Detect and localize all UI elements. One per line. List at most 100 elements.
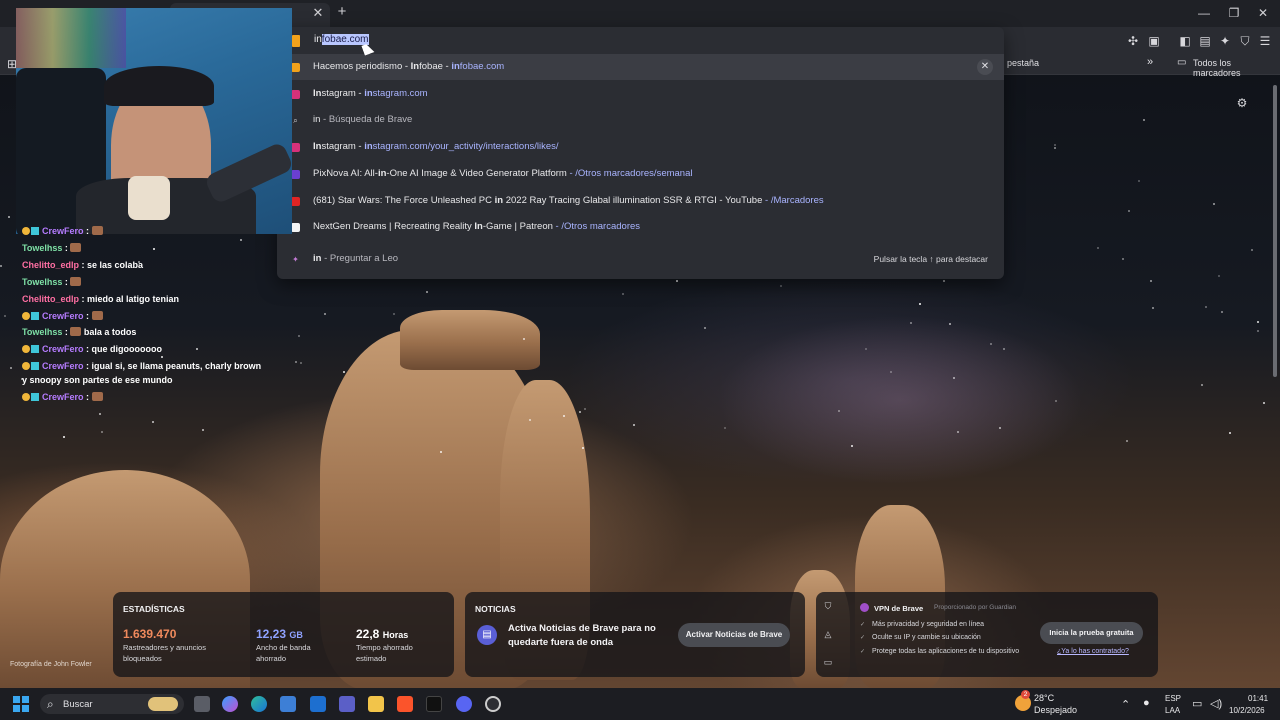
- address-input[interactable]: infobae.com: [314, 34, 369, 45]
- extensions-icon[interactable]: ✣: [1125, 33, 1141, 49]
- omnibox-suggestion[interactable]: PixNova AI: All-in-One AI Image & Video …: [277, 161, 1004, 187]
- star: [240, 239, 242, 241]
- address-bar[interactable]: infobae.com: [277, 27, 1004, 54]
- sidebar-icon[interactable]: ◧: [1177, 33, 1193, 49]
- star: [724, 427, 726, 429]
- omnibox-suggestion[interactable]: (681) Star Wars: The Force Unleashed PC …: [277, 188, 1004, 214]
- language-line-1[interactable]: ESP: [1165, 694, 1181, 703]
- brave-icon[interactable]: [397, 696, 413, 712]
- language-line-2[interactable]: LAA: [1165, 706, 1180, 715]
- task-view-icon[interactable]: [194, 696, 210, 712]
- start-button[interactable]: [13, 696, 29, 712]
- close-window-icon[interactable]: ✕: [1254, 5, 1272, 21]
- star: [1055, 400, 1057, 402]
- autocomplete-selection: fobae.com: [321, 34, 369, 45]
- star: [780, 285, 782, 287]
- star: [838, 410, 840, 412]
- star: [1126, 440, 1128, 442]
- trackers-value: 1.639.470: [123, 627, 177, 641]
- omnibox-suggestion[interactable]: ⌕ in - Búsqueda de Brave: [277, 107, 1004, 133]
- vpn-shield-icon[interactable]: ⛉: [822, 600, 834, 612]
- restore-icon[interactable]: ❐: [1225, 5, 1243, 21]
- menu-icon[interactable]: ☰: [1257, 33, 1273, 49]
- search-icon: ⌕: [293, 116, 298, 126]
- taskbar-search-label: Buscar: [63, 699, 93, 710]
- remove-suggestion-icon[interactable]: ✕: [977, 59, 993, 75]
- chat-username[interactable]: CrewFero: [42, 361, 84, 371]
- sub-badge-icon: [22, 227, 30, 235]
- chat-username[interactable]: Chelitto_edlp: [22, 294, 79, 304]
- suggestion-text: Hacemos periodismo - Infobae - infobae.c…: [313, 61, 505, 72]
- star: [704, 327, 706, 329]
- omnibox-suggestion[interactable]: Instagram - instagram.com: [277, 81, 1004, 107]
- scrollbar[interactable]: [1273, 85, 1277, 377]
- bookmark-partial-label[interactable]: pestaña: [1007, 58, 1039, 68]
- star: [343, 371, 345, 373]
- mod-badge-icon: [31, 345, 39, 353]
- weather-temp[interactable]: 28°C: [1034, 693, 1054, 703]
- mic-icon[interactable]: ●: [1143, 697, 1150, 709]
- star: [393, 313, 395, 315]
- emote-icon: [70, 277, 82, 286]
- rock-formation: [400, 310, 540, 370]
- weather-desc[interactable]: Despejado: [1034, 705, 1077, 715]
- talk-icon[interactable]: ◬: [822, 628, 834, 640]
- tab-close-icon[interactable]: ✕: [311, 6, 325, 20]
- bookmarks-overflow-icon[interactable]: »: [1147, 56, 1153, 68]
- omnibox-suggestion[interactable]: Hacemos periodismo - Infobae - infobae.c…: [277, 54, 1004, 80]
- star: [1257, 321, 1259, 323]
- omnibox-suggestion[interactable]: Instagram - instagram.com/your_activity/…: [277, 134, 1004, 160]
- chat-username[interactable]: Chelitto_edlp: [22, 260, 79, 270]
- teams-icon[interactable]: [339, 696, 355, 712]
- brave-wallet-icon[interactable]: ▤: [1197, 33, 1213, 49]
- chat-username[interactable]: Towelhss: [22, 277, 62, 287]
- chat-text: bala a todos: [83, 327, 137, 337]
- outlook-icon[interactable]: [310, 696, 326, 712]
- activate-news-button[interactable]: Activar Noticias de Brave: [678, 623, 790, 647]
- omnibox-suggestion[interactable]: NextGen Dreams | Recreating Reality In-G…: [277, 214, 1004, 240]
- store-icon[interactable]: [280, 696, 296, 712]
- screen-icon[interactable]: ▭: [822, 656, 834, 668]
- tray-chevron-icon[interactable]: ⌃: [1121, 698, 1130, 711]
- chat-username[interactable]: Towelhss: [22, 327, 62, 337]
- chat-username[interactable]: CrewFero: [42, 344, 84, 354]
- star: [851, 445, 853, 447]
- suggestion-text: Instagram - instagram.com: [313, 87, 428, 99]
- chat-username[interactable]: CrewFero: [42, 311, 84, 321]
- new-tab-button[interactable]: +: [335, 4, 349, 20]
- app-icon[interactable]: [485, 696, 501, 712]
- vpn-already-purchased-link[interactable]: ¿Ya lo has contratado?: [1057, 648, 1129, 655]
- chat-username[interactable]: Towelhss: [22, 243, 62, 253]
- star: [990, 343, 992, 345]
- minimize-icon[interactable]: —: [1195, 5, 1213, 21]
- leo-suggestion[interactable]: ✦ in - Preguntar a Leo Pulsar la tecla ↑…: [277, 246, 1004, 272]
- wallet-icon[interactable]: ▣: [1146, 33, 1162, 49]
- network-icon[interactable]: ▭: [1192, 697, 1202, 710]
- discord-icon[interactable]: [456, 696, 472, 712]
- tiktok-icon[interactable]: [426, 696, 442, 712]
- leo-icon[interactable]: ✦: [1217, 33, 1233, 49]
- infobae-favicon: [291, 63, 300, 72]
- chat-username[interactable]: CrewFero: [42, 392, 84, 402]
- chat-message: CrewFero : igual si, se llama peanuts, c…: [22, 361, 261, 371]
- news-card: NOTICIAS ▤ Activa Noticias de Brave para…: [465, 592, 805, 677]
- mod-badge-icon: [31, 312, 39, 320]
- customize-gear-icon[interactable]: ⚙: [1236, 97, 1248, 109]
- volume-icon[interactable]: ◁): [1210, 697, 1222, 710]
- instagram-icon: [291, 143, 300, 153]
- star: [153, 248, 155, 250]
- photo-credit[interactable]: Fotografía de John Fowler: [10, 661, 92, 668]
- star: [633, 424, 635, 426]
- copilot-icon[interactable]: [222, 696, 238, 712]
- edge-icon[interactable]: [251, 696, 267, 712]
- star: [582, 447, 584, 449]
- file-explorer-icon[interactable]: [368, 696, 384, 712]
- chat-text: miedo al latigo tenian: [87, 294, 180, 304]
- chat-username[interactable]: CrewFero: [42, 226, 84, 236]
- star: [161, 356, 163, 358]
- clock-date[interactable]: 10/2/2026: [1229, 706, 1265, 715]
- clock-time[interactable]: 01:41: [1248, 694, 1268, 703]
- all-bookmarks-link[interactable]: Todos los marcadores: [1193, 58, 1280, 78]
- shields-icon[interactable]: ⛉: [1237, 33, 1253, 49]
- vpn-trial-button[interactable]: Inicia la prueba gratuita: [1040, 622, 1143, 644]
